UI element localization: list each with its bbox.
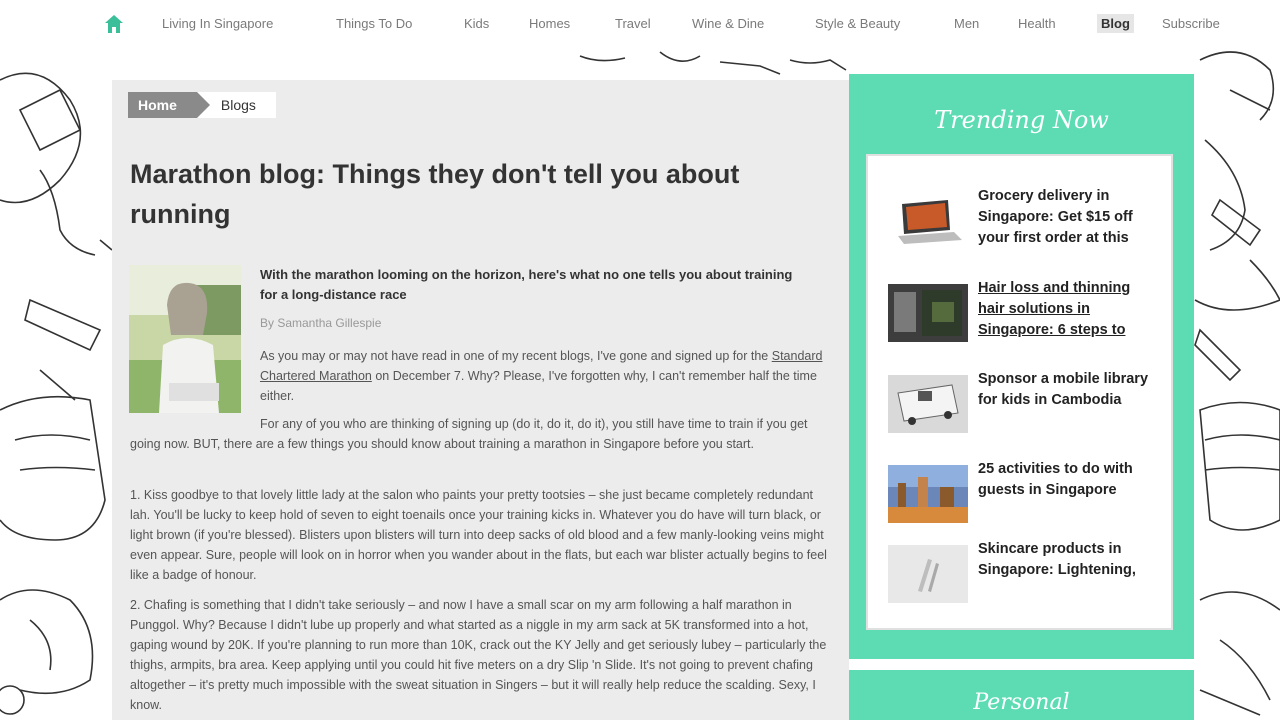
- article-byline: By Samantha Gillespie: [260, 316, 382, 330]
- nav-item-blog[interactable]: Blog: [1097, 14, 1134, 33]
- bus-thumb: [888, 375, 968, 433]
- sidebar-heading-2: Personal: [973, 690, 1070, 715]
- nav-item-homes[interactable]: Homes: [529, 16, 570, 31]
- trending-item[interactable]: 25 activities to do with guests in Singa…: [888, 459, 1158, 523]
- trending-item[interactable]: Sponsor a mobile library for kids in Cam…: [888, 369, 1158, 433]
- trending-item-title[interactable]: Sponsor a mobile library for kids in Cam…: [978, 369, 1154, 411]
- sidebar-heading: Trending Now: [934, 106, 1109, 134]
- nav-item-subscribe[interactable]: Subscribe: [1162, 16, 1220, 31]
- article-container: Home Blogs Marathon blog: Things they do…: [112, 80, 849, 720]
- nav-item-travel[interactable]: Travel: [615, 16, 651, 31]
- personal-sidebar: Personal: [849, 670, 1194, 720]
- article-lede: With the marathon looming on the horizon…: [260, 267, 793, 302]
- article-paragraph-3: 1. Kiss goodbye to that lovely little la…: [130, 488, 827, 582]
- breadcrumb: Home Blogs: [128, 92, 276, 118]
- article-paragraph-1: As you may or may not have read in one o…: [260, 346, 830, 406]
- trending-item[interactable]: Skincare products in Singapore: Lighteni…: [888, 539, 1158, 603]
- nav-item-health[interactable]: Health: [1018, 16, 1056, 31]
- article-paragraph-2: For any of you who are thinking of signi…: [130, 417, 808, 451]
- trending-item-title[interactable]: Hair loss and thinning hair solutions in…: [978, 278, 1154, 341]
- breadcrumb-home-link[interactable]: Home: [128, 92, 210, 118]
- trending-list: Grocery delivery in Singapore: Get $15 o…: [866, 154, 1173, 630]
- article-title: Marathon blog: Things they don't tell yo…: [130, 159, 740, 229]
- trending-item-title[interactable]: Grocery delivery in Singapore: Get $15 o…: [978, 186, 1154, 249]
- article-paragraph-1-text: As you may or may not have read in one o…: [260, 349, 769, 363]
- trending-item-title[interactable]: Skincare products in Singapore: Lighteni…: [978, 539, 1154, 581]
- top-nav: Living In Singapore Things To Do Kids Ho…: [0, 0, 1280, 50]
- nav-item-things-to-do[interactable]: Things To Do: [336, 16, 412, 31]
- author-photo: [129, 265, 241, 413]
- trending-item[interactable]: Grocery delivery in Singapore: Get $15 o…: [888, 186, 1158, 250]
- article-paragraph-4: 2. Chafing is something that I didn't ta…: [130, 598, 827, 712]
- home-icon[interactable]: [102, 12, 126, 36]
- nav-item-kids[interactable]: Kids: [464, 16, 489, 31]
- clinic-thumb: [888, 284, 968, 342]
- trending-sidebar: Trending Now Grocery delivery in Singapo…: [849, 74, 1194, 659]
- skincare-thumb: [888, 545, 968, 603]
- city-thumb: [888, 465, 968, 523]
- nav-item-style-beauty[interactable]: Style & Beauty: [815, 16, 900, 31]
- nav-item-living-in-singapore[interactable]: Living In Singapore: [162, 16, 273, 31]
- trending-item[interactable]: Hair loss and thinning hair solutions in…: [888, 278, 1158, 342]
- nav-item-wine-dine[interactable]: Wine & Dine: [692, 16, 764, 31]
- laptop-thumb: [888, 192, 968, 250]
- trending-item-title[interactable]: 25 activities to do with guests in Singa…: [978, 459, 1154, 501]
- nav-item-men[interactable]: Men: [954, 16, 979, 31]
